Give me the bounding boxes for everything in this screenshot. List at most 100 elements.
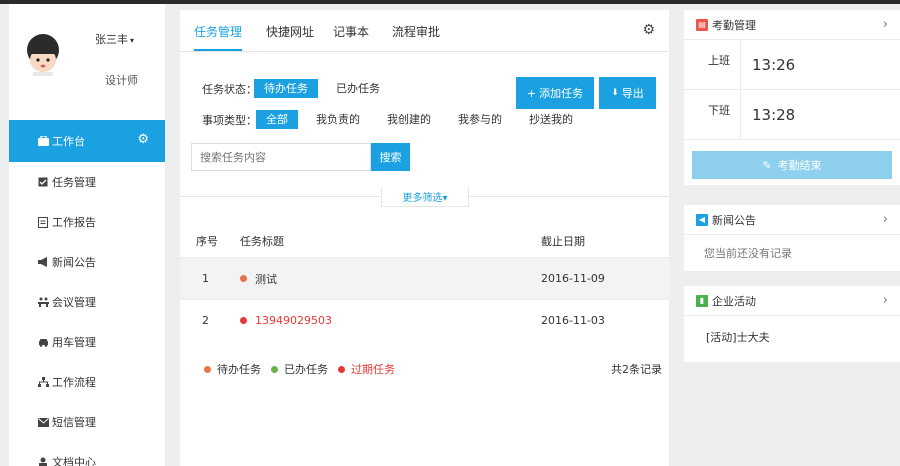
clock-in-label: 上班 <box>708 54 730 67</box>
export-button[interactable]: ⬇ 导出 <box>599 77 656 109</box>
clock-in-time: 13:26 <box>752 56 796 74</box>
tab-bar: 任务管理 快捷网址 记事本 流程审批 ⚙ <box>180 10 669 52</box>
sidebar-item-label: 工作流程 <box>52 376 96 389</box>
attendance-card: ▤ 考勤管理 › 上班 13:26 下班 13:28 ✎ 考勤结束 <box>684 10 900 185</box>
sidebar-item-car[interactable]: 用车管理 <box>9 322 165 362</box>
activity-title: 企业活动 <box>712 294 756 308</box>
column-header-title: 任务标题 <box>240 235 284 248</box>
task-icon <box>37 176 49 188</box>
attendance-end-button[interactable]: ✎ 考勤结束 <box>692 151 892 179</box>
tab-notepad[interactable]: 记事本 <box>333 23 369 40</box>
attendance-icon: ▤ <box>696 18 708 31</box>
tab-task-management[interactable]: 任务管理 <box>194 23 242 40</box>
active-tab-indicator <box>194 49 242 51</box>
legend-done: 已办任务 <box>271 361 328 377</box>
workflow-icon <box>37 376 49 388</box>
column-header-deadline: 截止日期 <box>541 235 585 248</box>
dashboard-icon <box>37 135 49 147</box>
filter-panel: 任务状态： 待办任务 已办任务 事项类型： 全部 我负责的 我创建的 我参与的 … <box>180 60 669 197</box>
sidebar-item-label: 工作台 <box>52 135 85 148</box>
attendance-title: 考勤管理 <box>712 18 756 32</box>
document-icon <box>37 456 49 466</box>
task-deadline: 2016-11-09 <box>541 272 605 285</box>
table-header: 序号 任务标题 截止日期 <box>180 225 669 257</box>
user-name: 张三丰 <box>95 33 128 46</box>
main-panel: 任务管理 快捷网址 记事本 流程审批 ⚙ 任务状态： 待办任务 已办任务 事项类… <box>180 10 669 466</box>
sidebar-item-news[interactable]: 新闻公告 <box>9 242 165 282</box>
table-row[interactable]: 1 测试 2016-11-09 <box>180 257 669 299</box>
status-label: 任务状态： <box>202 83 257 96</box>
sidebar: 张三丰 ▾ 设计师 工作台 ⚙ 任务管理 工作报告 新闻公告 会议管理 用车管理… <box>9 4 165 466</box>
chevron-down-icon: ▾ <box>130 36 135 45</box>
task-title-link[interactable]: 测试 <box>255 271 277 287</box>
sidebar-item-label: 用车管理 <box>52 336 96 349</box>
sidebar-item-documents[interactable]: 文档中心 <box>9 442 165 466</box>
megaphone-icon <box>37 256 49 268</box>
sidebar-item-workflow[interactable]: 工作流程 <box>9 362 165 402</box>
row-number: 2 <box>202 314 209 327</box>
filter-type-cc[interactable]: 抄送我的 <box>519 110 583 129</box>
sidebar-item-work-report[interactable]: 工作报告 <box>9 202 165 242</box>
record-count: 共2条记录 <box>611 363 662 376</box>
gear-icon[interactable]: ⚙ <box>642 22 655 38</box>
news-icon: ◀ <box>696 213 708 226</box>
add-task-label: 添加任务 <box>539 87 584 100</box>
user-role: 设计师 <box>105 74 138 87</box>
chevron-right-icon[interactable]: › <box>883 212 888 227</box>
chevron-right-icon[interactable]: › <box>883 17 888 32</box>
tab-approval[interactable]: 流程审批 <box>392 23 440 40</box>
tab-quick-links[interactable]: 快捷网址 <box>266 23 314 40</box>
filter-type-created[interactable]: 我创建的 <box>377 110 441 129</box>
clock-out-row: 下班 13:28 <box>684 90 900 140</box>
filter-type-all[interactable]: 全部 <box>256 110 298 129</box>
type-label: 事项类型： <box>202 114 257 127</box>
filter-type-responsible[interactable]: 我负责的 <box>306 110 370 129</box>
activity-card: ▮ 企业活动 › [活动]士大夫 <box>684 286 900 362</box>
sidebar-item-meeting[interactable]: 会议管理 <box>9 282 165 322</box>
filter-done-tasks[interactable]: 已办任务 <box>326 79 390 98</box>
sidebar-item-dashboard[interactable]: 工作台 ⚙ <box>9 120 165 162</box>
filter-type-participating[interactable]: 我参与的 <box>448 110 512 129</box>
sidebar-item-label: 短信管理 <box>52 416 96 429</box>
row-number: 1 <box>202 272 209 285</box>
sidebar-item-sms[interactable]: 短信管理 <box>9 402 165 442</box>
filter-pending-tasks[interactable]: 待办任务 <box>254 79 318 98</box>
sidebar-item-label: 文档中心 <box>52 456 96 466</box>
add-task-button[interactable]: + 添加任务 <box>516 77 594 109</box>
news-empty-text: 您当前还没有记录 <box>704 247 792 260</box>
legend-overdue: 过期任务 <box>338 361 395 377</box>
column-header-number: 序号 <box>196 235 218 248</box>
activity-icon: ▮ <box>696 294 708 307</box>
user-profile: 张三丰 ▾ 设计师 <box>9 4 165 104</box>
filter-icon: ⬇ <box>611 88 619 98</box>
plus-icon: + <box>526 86 537 100</box>
report-icon <box>37 216 49 228</box>
clock-in-row: 上班 13:26 <box>684 40 900 90</box>
task-title-link[interactable]: 13949029503 <box>255 314 332 327</box>
sidebar-item-label: 任务管理 <box>52 176 96 189</box>
news-title: 新闻公告 <box>712 213 756 227</box>
export-label: 导出 <box>621 87 644 100</box>
task-table: 序号 任务标题 截止日期 1 测试 2016-11-09 2 139490295… <box>180 225 669 341</box>
clock-out-time: 13:28 <box>752 106 796 124</box>
activity-item[interactable]: [活动]士大夫 <box>684 316 900 345</box>
edit-icon: ✎ <box>762 158 772 172</box>
status-legend: 待办任务 已办任务 过期任务 <box>204 361 405 377</box>
sidebar-nav: 工作台 ⚙ 任务管理 工作报告 新闻公告 会议管理 用车管理 工作流程 短信管理… <box>9 120 165 466</box>
sidebar-item-label: 会议管理 <box>52 296 96 309</box>
table-row[interactable]: 2 13949029503 2016-11-03 <box>180 299 669 341</box>
user-name-dropdown[interactable]: 张三丰 ▾ <box>95 31 134 47</box>
gear-icon[interactable]: ⚙ <box>137 132 149 147</box>
more-filter-toggle[interactable]: 更多筛选▾ <box>381 187 469 207</box>
news-header: ◀ 新闻公告 › <box>684 205 900 235</box>
search-input[interactable] <box>191 143 371 171</box>
clock-out-label: 下班 <box>708 104 730 117</box>
search-button[interactable]: 搜索 <box>371 143 410 171</box>
attendance-header: ▤ 考勤管理 › <box>684 10 900 40</box>
avatar[interactable] <box>23 32 63 76</box>
sidebar-item-task-management[interactable]: 任务管理 <box>9 162 165 202</box>
car-icon <box>37 336 49 348</box>
activity-header: ▮ 企业活动 › <box>684 286 900 316</box>
meeting-icon <box>37 296 49 308</box>
chevron-right-icon[interactable]: › <box>883 293 888 308</box>
